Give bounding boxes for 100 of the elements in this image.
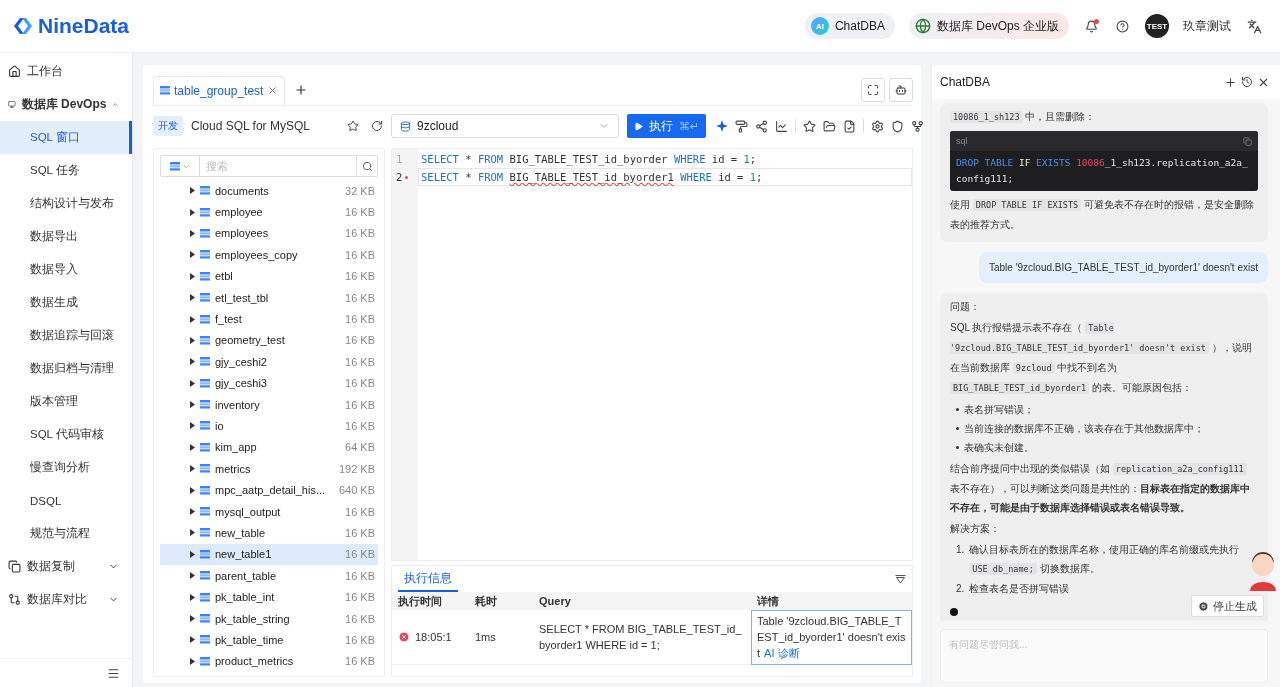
sidebar-item[interactable]: 数据库对比 [0,583,132,616]
paint-roller-icon [735,119,749,133]
format-button[interactable] [733,117,751,135]
caret-icon[interactable] [190,187,195,195]
tree-item[interactable]: etbl 16 KB [160,265,378,287]
menu-icon [107,666,120,680]
caret-icon[interactable] [190,636,195,644]
copy-icon [1243,136,1252,146]
tree-item[interactable]: pk_table_time 16 KB [160,629,378,651]
caret-icon[interactable] [190,593,195,601]
sidebar-item[interactable]: SQL 代码审核 [0,418,132,451]
table-icon [200,271,210,281]
fullscreen-button[interactable] [861,78,885,102]
sidebar-item[interactable]: 数据库 DevOps [0,88,132,121]
edition-button[interactable]: 数据库 DevOps 企业版 [909,13,1069,39]
favorite-button[interactable] [345,118,361,134]
history-button[interactable] [1239,74,1255,90]
caret-icon[interactable] [190,379,195,387]
sidebar-item[interactable]: SQL 任务 [0,154,132,187]
sidebar-item[interactable]: 数据追踪与回滚 [0,319,132,352]
caret-icon[interactable] [190,615,195,622]
tree-item[interactable]: employees 16 KB [160,222,378,245]
refresh-button[interactable] [369,118,385,134]
table-cell-text: 1ms [475,630,496,645]
sidebar-item[interactable]: 规范与流程 [0,517,132,550]
sidebar-item[interactable]: 结构设计与发布 [0,187,132,220]
tree-item[interactable]: employees_copy 16 KB [160,244,378,266]
environment-tag: 开发 [153,116,183,136]
tree-item[interactable]: geometry_test 16 KB [160,329,378,352]
plus-icon [1224,75,1237,89]
caret-icon[interactable] [190,315,195,323]
sidebar-item[interactable]: 数据生成 [0,286,132,319]
sidebar-item[interactable]: 数据导入 [0,253,132,286]
search-bar[interactable]: 搜索 [160,155,378,177]
tree-item[interactable]: metrics 192 KB [160,458,378,480]
sidebar-item[interactable]: 数据复制 [0,550,132,583]
tree-item[interactable]: f_test 16 KB [160,308,378,330]
chatdba-button[interactable]: AI ChatDBA [804,13,895,39]
caret-icon[interactable] [190,229,195,237]
sidebar-item[interactable]: 版本管理 [0,385,132,418]
sidebar-item[interactable]: 工作台 [0,55,132,88]
caret-icon[interactable] [190,486,195,494]
tree-item[interactable]: product_metrics 16 KB [160,650,378,672]
tree-item[interactable]: gjy_ceshi2 16 KB [160,351,378,373]
tree-item[interactable]: new_table1 16 KB [160,543,378,566]
sidebar-item[interactable]: DSQL [0,484,132,517]
tree-item[interactable]: employee 16 KB [160,201,378,223]
stop-generating-button[interactable]: 停止生成 [1191,595,1264,617]
caret-icon[interactable] [190,401,195,409]
caret-icon[interactable] [190,550,195,558]
caret-icon[interactable] [190,358,195,366]
caret-icon[interactable] [190,443,195,451]
caret-icon[interactable] [190,336,195,344]
tree-item[interactable]: parent_table 16 KB [160,565,378,587]
caret-icon[interactable] [190,465,195,473]
column-header: 详情 [751,592,912,610]
sidebar-item[interactable]: 慢查询分析 [0,451,132,484]
sql-editor[interactable]: 1 2 SELECT * FROM BIG_TABLE_TEST_id_byorder WHERE id = 1; SELECT * FROM BIG_TABLE_TEST_id_byorder1 WHERE id = 1; [391,148,913,561]
table-icon [200,528,210,538]
tree-item[interactable]: etl_test_tbl 16 KB [160,286,378,309]
caret-icon[interactable] [190,508,195,516]
run-button[interactable]: 执行 ⌘↵ [627,114,707,138]
database-select[interactable]: 9zcloud [391,114,619,138]
shield-icon [891,119,905,133]
caret-icon[interactable] [190,294,195,302]
caret-icon[interactable] [190,572,195,580]
help-button[interactable] [1114,17,1131,35]
tree-item[interactable]: new_table 16 KB [160,522,378,544]
sidebar-item[interactable]: 数据归档与清理 [0,352,132,385]
table-cell-text: SELECT * FROM BIG_TABLE_TEST_id_byorder1 WHERE id = 1; [539,622,743,653]
robot-icon [895,84,907,96]
caret-icon[interactable] [190,529,195,537]
fork-icon [911,119,925,133]
assistant-button[interactable] [889,78,913,102]
tree-item[interactable]: mpc_aatp_detail_his... 640 KB [160,479,378,501]
caret-icon[interactable] [190,208,195,216]
caret-icon[interactable] [190,657,195,665]
file-tab[interactable]: table_group_test [153,75,286,105]
tree-item[interactable]: mysql_output 16 KB [160,500,378,523]
tree-item[interactable]: kim_app 64 KB [160,436,378,459]
message-text: 问题： [950,300,981,314]
database-icon [400,120,411,132]
sidebar-item[interactable]: SQL 窗口 [0,121,132,154]
tree-item[interactable]: inventory 16 KB [160,393,378,416]
ai-diagnose-link[interactable]: AI 诊断 [764,647,800,659]
caret-icon[interactable] [190,272,195,280]
collapse-icon[interactable] [895,574,906,584]
notification-button[interactable] [1083,17,1100,35]
list-item-text: 表名拼写错误； [964,403,1034,417]
caret-icon[interactable] [190,251,195,259]
table-icon [200,207,210,217]
tree-item[interactable]: gjy_ceshi3 16 KB [160,372,378,394]
tree-item[interactable]: io 16 KB [160,415,378,437]
table-icon [200,592,210,602]
tree-item[interactable]: pk_table_int 16 KB [160,586,378,608]
translate-icon [1247,18,1262,34]
caret-icon[interactable] [190,422,195,430]
tree-item[interactable]: pk_table_string 16 KB [160,607,378,630]
sidebar-item[interactable]: 数据导出 [0,220,132,253]
tree-item[interactable]: documents 32 KB [160,180,378,202]
